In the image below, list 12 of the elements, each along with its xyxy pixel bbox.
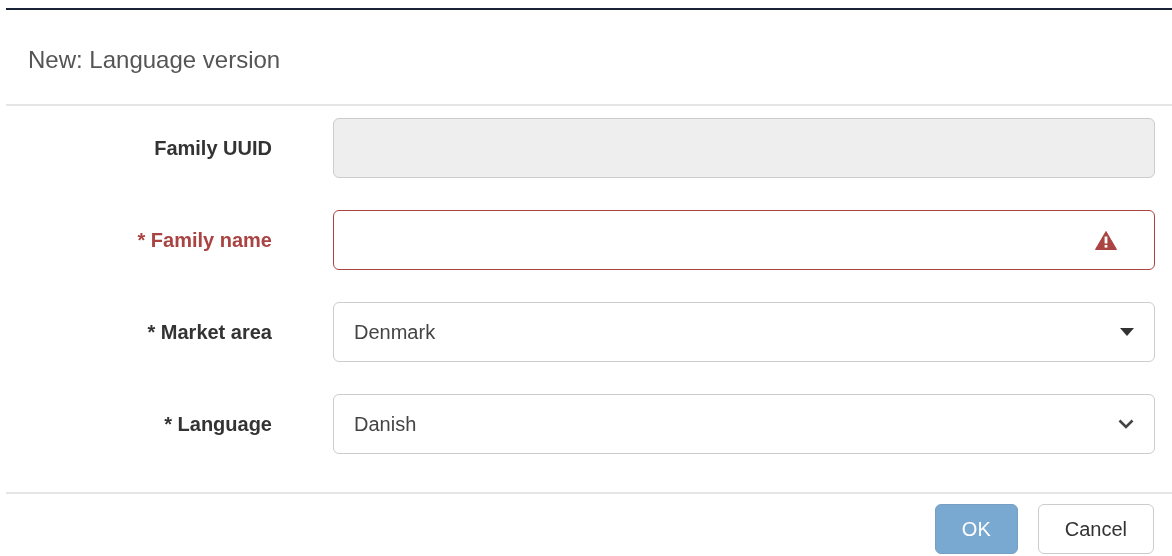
field-label: * Language [163, 412, 272, 437]
dropdown-field[interactable]: Denmark [333, 302, 1155, 362]
chevron-icon [1118, 419, 1134, 429]
select-field[interactable]: Danish [333, 394, 1155, 454]
field-label: * Market area [146, 320, 272, 345]
warning-icon [1095, 231, 1117, 250]
text-field[interactable] [333, 210, 1155, 270]
field-label: * Family name [136, 228, 272, 253]
caret-icon [1120, 328, 1134, 336]
cancel-button[interactable]: Cancel [1037, 504, 1154, 554]
dialog-title: New: Language version [28, 46, 281, 75]
field-label: Family UUID [153, 136, 272, 161]
